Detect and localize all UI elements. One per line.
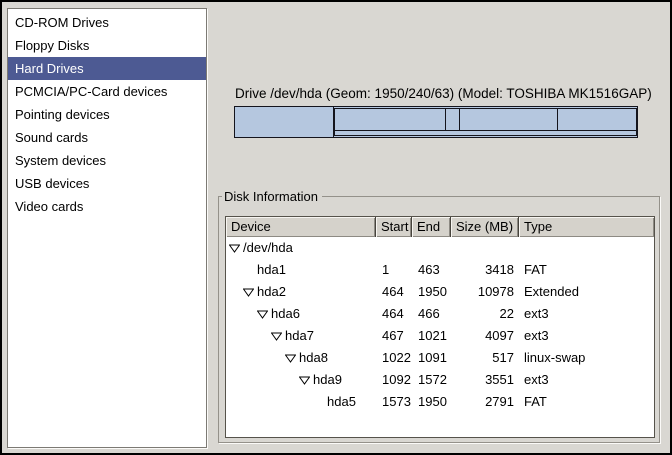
start-cell: 464 — [376, 281, 412, 303]
device-name: hda1 — [257, 259, 286, 281]
end-cell: 466 — [412, 303, 451, 325]
bar-segment-hda2 — [334, 108, 637, 136]
device-cell: hda8 — [226, 347, 376, 369]
device-name: hda6 — [271, 303, 300, 325]
sidebar-item-hard-drives[interactable]: Hard Drives — [8, 57, 206, 80]
type-cell: FAT — [519, 391, 654, 413]
type-cell: ext3 — [519, 369, 654, 391]
end-cell: 463 — [412, 259, 451, 281]
disk-table: Device Start End Size (MB) Type /dev/hda… — [225, 216, 655, 438]
hardware-browser-window: CD-ROM DrivesFloppy DisksHard DrivesPCMC… — [0, 0, 672, 455]
bar-segment-hda7 — [335, 109, 445, 130]
device-cell: /dev/hda — [226, 237, 376, 259]
sidebar-item-video-cards[interactable]: Video cards — [8, 195, 206, 218]
bar-segment-hda9 — [460, 109, 558, 130]
start-cell: 1 — [376, 259, 412, 281]
device-cell: hda6 — [226, 303, 376, 325]
type-cell: FAT — [519, 259, 654, 281]
size-cell: 2791 — [451, 391, 519, 413]
column-header-device[interactable]: Device — [226, 217, 376, 237]
disk-table-body: /dev/hdahda114633418FAThda2464195010978E… — [226, 237, 654, 413]
table-row-hda2[interactable]: hda2 464195010978Extended — [226, 281, 654, 303]
device-cell: hda2 — [226, 281, 376, 303]
column-header-size[interactable]: Size (MB) — [451, 217, 519, 237]
column-header-start[interactable]: Start — [376, 217, 412, 237]
device-name: hda7 — [285, 325, 314, 347]
table-row-hda8[interactable]: hda8 10221091517linux-swap — [226, 347, 654, 369]
drive-title: Drive /dev/hda (Geom: 1950/240/63) (Mode… — [235, 86, 652, 101]
end-cell: 1950 — [412, 391, 451, 413]
size-cell: 22 — [451, 303, 519, 325]
drive-bar — [234, 106, 638, 138]
bar-segment-hda1 — [235, 107, 334, 137]
start-cell: 1092 — [376, 369, 412, 391]
end-cell: 1091 — [412, 347, 451, 369]
disk-information-frame: Disk Information Device Start End Size (… — [218, 196, 660, 443]
device-cell: hda7 — [226, 325, 376, 347]
sidebar-item-cd-rom-drives[interactable]: CD-ROM Drives — [8, 11, 206, 34]
type-cell — [519, 237, 654, 259]
disk-table-header: Device Start End Size (MB) Type — [226, 217, 654, 237]
tree-expander-icon[interactable] — [299, 376, 310, 385]
end-cell: 1572 — [412, 369, 451, 391]
type-cell: ext3 — [519, 325, 654, 347]
device-name: hda5 — [327, 391, 356, 413]
tree-expander-icon[interactable] — [271, 332, 282, 341]
end-cell — [412, 237, 451, 259]
device-cell: hda9 — [226, 369, 376, 391]
sidebar-item-sound-cards[interactable]: Sound cards — [8, 126, 206, 149]
start-cell: 1573 — [376, 391, 412, 413]
bar-segment-hda8 — [446, 109, 460, 130]
device-name: hda8 — [299, 347, 328, 369]
device-cell: hda1 — [226, 259, 376, 281]
sidebar-item-pointing-devices[interactable]: Pointing devices — [8, 103, 206, 126]
tree-expander-icon[interactable] — [257, 310, 268, 319]
device-name: hda2 — [257, 281, 286, 303]
size-cell: 4097 — [451, 325, 519, 347]
sidebar-item-floppy-disks[interactable]: Floppy Disks — [8, 34, 206, 57]
table-row-hda5[interactable]: hda5 157319502791FAT — [226, 391, 654, 413]
table-row-hda7[interactable]: hda7 46710214097ext3 — [226, 325, 654, 347]
type-cell: Extended — [519, 281, 654, 303]
start-cell: 1022 — [376, 347, 412, 369]
sidebar-item-pcmcia-pc-card-devices[interactable]: PCMCIA/PC-Card devices — [8, 80, 206, 103]
sidebar-item-usb-devices[interactable]: USB devices — [8, 172, 206, 195]
start-cell — [376, 237, 412, 259]
device-category-list: CD-ROM DrivesFloppy DisksHard DrivesPCMC… — [7, 8, 207, 448]
tree-expander-icon[interactable] — [285, 354, 296, 363]
device-name: /dev/hda — [243, 237, 293, 259]
column-header-end[interactable]: End — [412, 217, 451, 237]
disk-information-label: Disk Information — [222, 189, 322, 204]
device-name: hda9 — [313, 369, 342, 391]
table-row-dev-hda[interactable]: /dev/hda — [226, 237, 654, 259]
bar-segment-hda5 — [558, 109, 636, 130]
size-cell: 10978 — [451, 281, 519, 303]
size-cell: 3551 — [451, 369, 519, 391]
column-header-type[interactable]: Type — [519, 217, 654, 237]
type-cell: ext3 — [519, 303, 654, 325]
start-cell: 464 — [376, 303, 412, 325]
size-cell — [451, 237, 519, 259]
size-cell: 3418 — [451, 259, 519, 281]
bar-logical-segments — [335, 109, 636, 131]
start-cell: 467 — [376, 325, 412, 347]
tree-expander-icon[interactable] — [229, 244, 240, 253]
tree-expander-icon[interactable] — [243, 288, 254, 297]
table-row-hda9[interactable]: hda9 109215723551ext3 — [226, 369, 654, 391]
type-cell: linux-swap — [519, 347, 654, 369]
table-row-hda6[interactable]: hda6 46446622ext3 — [226, 303, 654, 325]
device-cell: hda5 — [226, 391, 376, 413]
table-row-hda1[interactable]: hda1 14633418FAT — [226, 259, 654, 281]
end-cell: 1021 — [412, 325, 451, 347]
sidebar-item-system-devices[interactable]: System devices — [8, 149, 206, 172]
end-cell: 1950 — [412, 281, 451, 303]
size-cell: 517 — [451, 347, 519, 369]
